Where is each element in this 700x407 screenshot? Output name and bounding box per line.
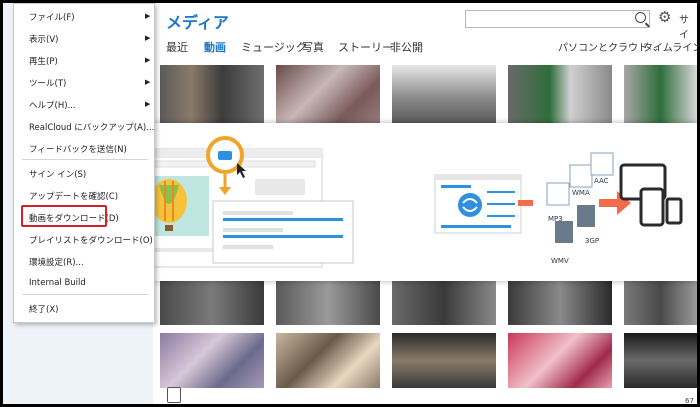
tab-photos[interactable]: 写真 [302,39,324,55]
page-title: メディア [166,13,229,32]
menu-item-preferences[interactable]: 環境設定(R)... [29,256,84,268]
tab-stories[interactable]: ストーリー [338,39,393,55]
menu-item-help[interactable]: ヘルプ(H)... [29,99,76,111]
highlight-box [21,205,107,227]
video-thumbnail[interactable] [160,281,264,325]
video-thumbnail[interactable] [392,281,496,325]
menu-item-download-playlist[interactable]: プレイリストをダウンロード(O) [29,234,153,246]
format-icons: MP3 WMA AAC 3GP WMV [546,152,614,265]
library-icon[interactable] [167,387,181,403]
menu-item-sign-in[interactable]: サイン イン(S) [29,168,86,180]
submenu-arrow-icon: ▶ [145,56,151,64]
menu-item-feedback[interactable]: フィードバックを送信(N) [29,143,127,155]
video-thumbnail[interactable] [392,333,496,388]
svg-text:WMA: WMA [572,189,590,197]
gear-icon[interactable]: ⚙ [658,8,671,26]
menu-item-backup[interactable]: RealCloud にバックアップ(A)... [29,121,154,133]
menu-item-internal-build[interactable]: Internal Build [29,278,86,288]
menu-item-play[interactable]: 再生(P) [29,55,58,67]
menu-item-view[interactable]: 表示(V) [29,33,58,45]
source-dropdown-label: パソコンとクラウド [558,43,648,54]
submenu-arrow-icon: ▶ [145,34,151,42]
tab-recent[interactable]: 最近 [166,39,188,55]
menu-item-file[interactable]: ファイル(F) [29,11,75,23]
settings-label[interactable]: サイ [679,11,697,41]
tab-music[interactable]: ミュージック [241,39,307,55]
video-thumbnail[interactable] [508,281,612,325]
app-window: メディア ⚙ サイ 最近 動画 ミュージック 写真 ストーリー 非公開 パソコン… [3,3,697,404]
submenu-arrow-icon: ▶ [145,12,151,20]
video-thumbnail[interactable] [160,333,264,388]
video-thumbnail[interactable] [508,65,612,131]
menu-separator [22,294,148,295]
video-thumbnail[interactable] [276,65,380,131]
view-dropdown-label: タイムライン [643,43,697,54]
video-thumbnail[interactable] [276,333,380,388]
search-input[interactable] [465,10,650,28]
illustration-graphic: MP3 WMA AAC 3GP WMV [121,136,683,268]
view-dropdown[interactable]: タイムライン [643,39,697,54]
tab-video[interactable]: 動画 [204,39,226,55]
search-icon[interactable] [635,12,646,23]
video-thumbnail[interactable] [624,281,697,325]
main-menu: ファイル(F) ▶ 表示(V) ▶ 再生(P) ▶ ツール(T) ▶ ヘルプ(H… [13,3,155,323]
corner-number: 67 [685,397,694,404]
video-thumbnail[interactable] [392,65,496,131]
svg-text:WMV: WMV [551,257,569,265]
menu-item-check-updates[interactable]: アップデートを確認(C) [29,190,118,202]
download-illustration: MP3 WMA AAC 3GP WMV [115,123,697,281]
tab-private[interactable]: 非公開 [390,39,423,55]
submenu-arrow-icon: ▶ [145,78,151,86]
video-thumbnail[interactable] [624,65,697,131]
svg-text:3GP: 3GP [585,237,599,245]
video-thumbnail[interactable] [276,281,380,325]
menu-item-exit[interactable]: 終了(X) [29,303,58,315]
video-thumbnail[interactable] [160,65,264,131]
menu-item-tools[interactable]: ツール(T) [29,77,66,89]
submenu-arrow-icon: ▶ [145,100,151,108]
video-thumbnail[interactable] [508,333,612,388]
menu-separator [22,159,148,160]
video-thumbnail[interactable] [624,333,697,388]
svg-text:AAC: AAC [594,177,609,185]
